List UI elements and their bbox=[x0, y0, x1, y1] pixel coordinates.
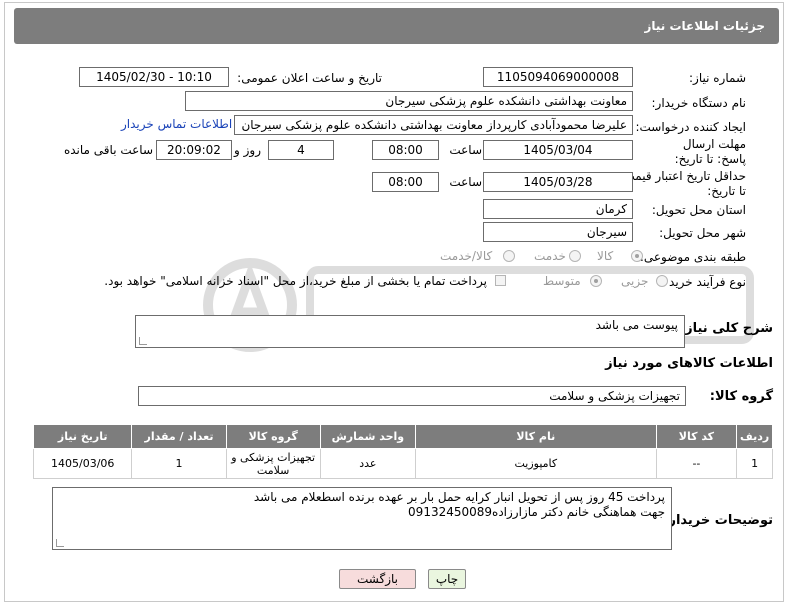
resize-grip-icon[interactable] bbox=[56, 539, 64, 547]
description-label: شرح کلی نیاز: bbox=[679, 321, 773, 336]
category-radio-service[interactable] bbox=[569, 250, 581, 262]
buyer-contact-link[interactable]: اطلاعات تماس خریدار bbox=[121, 117, 232, 131]
cell-row: 1 bbox=[736, 448, 773, 479]
col-date: تاریخ نیاز bbox=[32, 424, 133, 449]
category-option-goods: کالا bbox=[597, 249, 614, 263]
col-qty: تعداد / مقدار bbox=[131, 424, 227, 449]
buyer-notes-line-2: جهت هماهنگی خانم دکتر مازارزاده091324500… bbox=[408, 505, 665, 519]
col-code: کد کالا bbox=[655, 424, 738, 449]
process-radio-minor[interactable] bbox=[656, 275, 668, 287]
process-type-label: نوع فرآیند خرید : bbox=[661, 275, 746, 289]
cell-group: تجهیزات پزشکی و سلامت bbox=[225, 448, 321, 479]
reply-deadline-label: مهلت ارسال پاسخ: تا تاریخ: bbox=[674, 137, 746, 166]
table-row: 1 -- کامپوزیت عدد تجهیزات پزشکی و سلامت … bbox=[32, 448, 773, 479]
treasury-docs-checkbox[interactable] bbox=[495, 275, 506, 286]
page-header: جزئیات اطلاعات نیاز bbox=[14, 8, 779, 44]
goods-table: ردیف کد کالا نام کالا واحد شمارش گروه کا… bbox=[32, 424, 773, 479]
col-row: ردیف bbox=[736, 424, 773, 449]
cell-qty: 1 bbox=[131, 448, 227, 479]
category-option-goods-service: کالا/خدمت bbox=[440, 249, 493, 263]
resize-grip-icon[interactable] bbox=[139, 337, 147, 345]
province-label: استان محل تحویل: bbox=[651, 203, 746, 217]
requester-label: ایجاد کننده درخواست: bbox=[635, 120, 746, 134]
goods-group-field: تجهیزات پزشکی و سلامت bbox=[138, 386, 686, 406]
province-field: کرمان bbox=[483, 199, 633, 219]
need-number-label: شماره نیاز: bbox=[689, 71, 746, 85]
buyer-notes-label: توضیحات خریدار: bbox=[663, 513, 773, 528]
category-label: طبقه بندی موضوعی: bbox=[639, 250, 746, 264]
requester-field: علیرضا محمودآبادی کارپرداز معاونت بهداشت… bbox=[234, 115, 633, 135]
goods-section-title: اطلاعات کالاهای مورد نیاز bbox=[605, 356, 773, 371]
cell-date: 1405/03/06 bbox=[32, 448, 133, 479]
category-radio-goods[interactable] bbox=[631, 250, 643, 262]
col-group: گروه کالا bbox=[225, 424, 321, 449]
col-name: نام کالا bbox=[414, 424, 657, 449]
remaining-time-label: ساعت باقی مانده bbox=[63, 143, 153, 157]
page-title: جزئیات اطلاعات نیاز bbox=[644, 19, 765, 33]
buyer-notes-textarea[interactable]: پرداخت 45 روز پس از تحویل انبار کرایه حم… bbox=[52, 487, 672, 550]
reply-deadline-time: 08:00 bbox=[372, 140, 439, 160]
cell-unit: عدد bbox=[319, 448, 416, 479]
price-validity-time-label: ساعت bbox=[449, 175, 482, 189]
goods-table-header: ردیف کد کالا نام کالا واحد شمارش گروه کا… bbox=[32, 424, 773, 449]
back-button[interactable]: بازگشت bbox=[339, 569, 416, 589]
announce-datetime-label: تاریخ و ساعت اعلان عمومی: bbox=[237, 71, 382, 85]
city-label: شهر محل تحویل: bbox=[659, 226, 746, 240]
need-number-field: 1105094069000008 bbox=[483, 67, 633, 87]
process-radio-medium[interactable] bbox=[590, 275, 602, 287]
reply-deadline-time-label: ساعت bbox=[449, 143, 482, 157]
category-radio-goods-service[interactable] bbox=[503, 250, 515, 262]
reply-deadline-date: 1405/03/04 bbox=[483, 140, 633, 160]
remaining-days-field: 4 bbox=[268, 140, 334, 160]
treasury-docs-note: پرداخت تمام یا بخشی از مبلغ خرید،از محل … bbox=[104, 274, 487, 288]
cell-code: -- bbox=[655, 448, 738, 479]
buyer-org-label: نام دستگاه خریدار: bbox=[651, 96, 747, 110]
col-unit: واحد شمارش bbox=[319, 424, 416, 449]
category-option-service: خدمت bbox=[534, 249, 566, 263]
print-button[interactable]: چاپ bbox=[428, 569, 466, 589]
process-option-minor: جزیی bbox=[621, 274, 649, 288]
city-field: سیرجان bbox=[483, 222, 633, 242]
process-option-medium: متوسط bbox=[543, 274, 581, 288]
description-textarea[interactable]: پیوست می باشد bbox=[135, 315, 685, 348]
description-text: پیوست می باشد bbox=[595, 318, 678, 332]
buyer-org-field: معاونت بهداشتی دانشکده علوم پزشکی سیرجان bbox=[185, 91, 633, 111]
remaining-time-field: 20:09:02 bbox=[156, 140, 232, 160]
buyer-notes-line-1: پرداخت 45 روز پس از تحویل انبار کرایه حم… bbox=[253, 490, 665, 504]
price-validity-label: حداقل تاریخ اعتبار قیمت: تا تاریخ: bbox=[619, 169, 746, 198]
price-validity-date: 1405/03/28 bbox=[483, 172, 633, 192]
remaining-days-label: روز و bbox=[234, 143, 261, 157]
goods-group-label: گروه کالا: bbox=[709, 389, 773, 404]
announce-datetime-field: 1405/02/30 - 10:10 bbox=[79, 67, 229, 87]
cell-name: کامپوزیت bbox=[414, 448, 657, 479]
price-validity-time: 08:00 bbox=[372, 172, 439, 192]
